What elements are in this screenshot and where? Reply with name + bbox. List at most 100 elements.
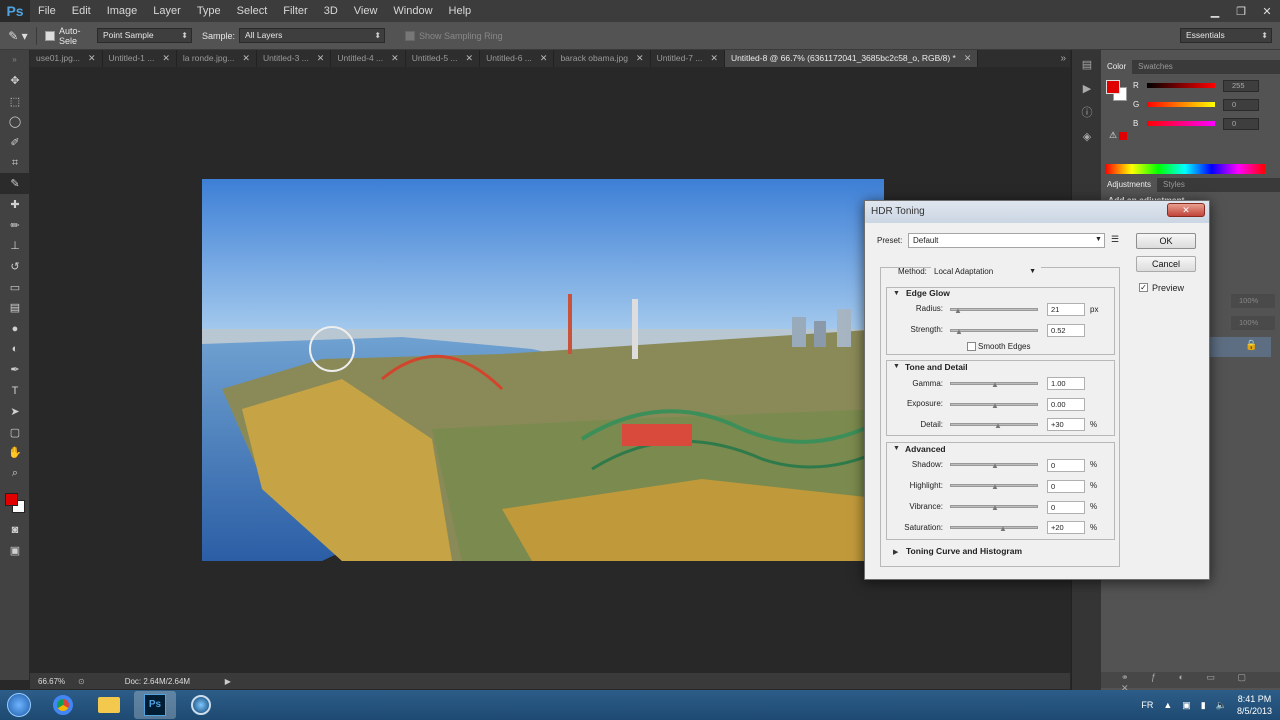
zoom-tool-icon[interactable]: ⌕ [0,463,30,484]
info-icon[interactable]: ◈ [1072,126,1102,146]
menu-edit[interactable]: Edit [64,0,99,22]
green-value[interactable]: 0 [1223,98,1259,111]
dialog-close-icon[interactable]: ✕ [1167,203,1205,217]
foreground-color-swatch[interactable] [5,492,18,506]
strength-input[interactable]: 0.52 [1047,324,1085,337]
radius-input[interactable]: 21 [1047,303,1085,316]
saturation-slider[interactable] [950,526,1038,529]
method-select[interactable]: Local Adaptation ▼ [931,264,1041,279]
properties-icon[interactable]: ⓘ [1072,102,1102,122]
menu-view[interactable]: View [346,0,386,22]
network-icon[interactable]: ▮ [1201,700,1206,711]
screen-mode-icon[interactable]: ▣ [0,540,30,561]
input-language[interactable]: FR [1141,700,1153,710]
doc-tab[interactable]: use01.jpg... ✕ [30,50,103,67]
exposure-slider-thumb[interactable]: ▲ [991,402,999,410]
volume-icon[interactable]: 🔈 [1216,700,1227,711]
path-select-icon[interactable]: ➤ [0,401,30,422]
tools-collapse-icon[interactable]: » [0,50,29,70]
doc-tab[interactable]: Untitled-1 ... ✕ [103,50,177,67]
doc-tab[interactable]: la ronde.jpg... ✕ [177,50,257,67]
dialog-title-bar[interactable]: HDR Toning ✕ [865,201,1209,223]
collapse-edge-glow-icon[interactable]: ▼ [893,290,900,297]
radius-slider-thumb[interactable]: ▲ [954,307,962,315]
expand-toning-curve-icon[interactable]: ▶ [893,548,898,556]
layers-fill[interactable]: 100% [1231,316,1275,330]
menu-layer[interactable]: Layer [145,0,189,22]
doc-tab[interactable]: barack obama.jpg ✕ [554,50,651,67]
move-tool-icon[interactable]: ✥ [0,70,30,91]
highlight-slider-thumb[interactable]: ▲ [991,483,999,491]
sample-layers-select[interactable]: All Layers [239,28,386,43]
detail-input[interactable]: +30 [1047,418,1085,431]
close-tab-icon[interactable]: ✕ [636,50,644,67]
restore-icon[interactable]: ❐ [1228,0,1254,22]
menu-type[interactable]: Type [189,0,229,22]
tab-adjustments[interactable]: Adjustments [1101,178,1158,192]
minimize-icon[interactable]: ▁ [1202,0,1228,22]
menu-3d[interactable]: 3D [316,0,346,22]
blue-value[interactable]: 0 [1223,117,1259,130]
show-hidden-icons-icon[interactable]: ▲ [1163,700,1172,710]
menu-filter[interactable]: Filter [275,0,315,22]
collapse-advanced-icon[interactable]: ▼ [893,445,900,452]
eyedropper-tool-icon[interactable]: ✎ ▾ [0,29,36,43]
smooth-edges-checkbox[interactable] [967,342,976,351]
toning-curve-title[interactable]: Toning Curve and Histogram [906,546,1022,556]
close-tab-icon[interactable]: ✕ [540,50,548,67]
gradient-tool-icon[interactable]: ▤ [0,298,30,319]
close-tab-icon[interactable]: ✕ [162,50,170,67]
radius-slider[interactable] [950,308,1038,311]
shadow-input[interactable]: 0 [1047,459,1085,472]
eyedropper-tool-icon[interactable]: ✎ [0,173,30,195]
menu-window[interactable]: Window [385,0,440,22]
crop-tool-icon[interactable]: ⌗ [0,153,30,174]
tray-app-icon[interactable]: ▣ [1182,700,1191,711]
sample-size-select[interactable]: Point Sample [97,28,192,43]
zoom-level[interactable]: 66.67% [38,677,78,686]
gamma-input[interactable]: 1.00 [1047,377,1085,390]
hand-tool-icon[interactable]: ✋ [0,442,30,463]
close-tab-icon[interactable]: ✕ [710,50,718,67]
saturation-slider-thumb[interactable]: ▲ [999,525,1007,533]
preset-select[interactable]: Default [908,233,1105,248]
red-value[interactable]: 255 [1223,79,1259,92]
tab-swatches[interactable]: Swatches [1132,60,1179,74]
doc-tab[interactable]: Untitled-5 ... ✕ [406,50,481,67]
preset-dropdown-arrow-icon[interactable]: ▼ [1095,236,1102,243]
doc-tab[interactable]: Untitled-7 ... ✕ [651,50,725,67]
detail-slider-thumb[interactable]: ▲ [994,422,1002,430]
quick-select-tool-icon[interactable]: ✐ [0,132,30,153]
cancel-button[interactable]: Cancel [1136,256,1196,272]
marquee-tool-icon[interactable]: ⬚ [0,91,30,112]
red-slider[interactable] [1147,83,1215,88]
clock[interactable]: 8:41 PM 8/5/2013 [1237,693,1272,717]
green-slider[interactable] [1147,102,1215,107]
lasso-tool-icon[interactable]: ◯ [0,111,30,132]
highlight-input[interactable]: 0 [1047,480,1085,493]
doc-tab[interactable]: Untitled-6 ... ✕ [480,50,555,67]
tab-styles[interactable]: Styles [1157,178,1191,192]
healing-tool-icon[interactable]: ✚ [0,194,30,215]
doc-tab[interactable]: Untitled-3 ... ✕ [257,50,332,67]
eraser-tool-icon[interactable]: ▭ [0,277,30,298]
gamma-slider-thumb[interactable]: ▲ [991,381,999,389]
chrome-icon[interactable] [42,691,84,719]
blue-slider[interactable] [1147,121,1215,126]
shape-tool-icon[interactable]: ▢ [0,422,30,443]
menu-file[interactable]: File [30,0,64,22]
ok-button[interactable]: OK [1136,233,1196,249]
shadow-slider-thumb[interactable]: ▲ [991,462,999,470]
menu-image[interactable]: Image [99,0,146,22]
tab-color[interactable]: Color [1101,60,1133,74]
show-ring-checkbox[interactable] [405,30,416,41]
preset-options-icon[interactable]: ☰ [1111,234,1119,245]
close-tab-icon[interactable]: ✕ [466,50,474,67]
more-tabs-icon[interactable]: » [1060,50,1066,67]
dodge-tool-icon[interactable]: ◐ [0,339,30,360]
strength-slider[interactable] [950,329,1038,332]
history-icon[interactable]: ▤ [1072,54,1102,74]
menu-select[interactable]: Select [229,0,276,22]
strength-slider-thumb[interactable]: ▲ [955,328,963,336]
vibrance-input[interactable]: 0 [1047,501,1085,514]
